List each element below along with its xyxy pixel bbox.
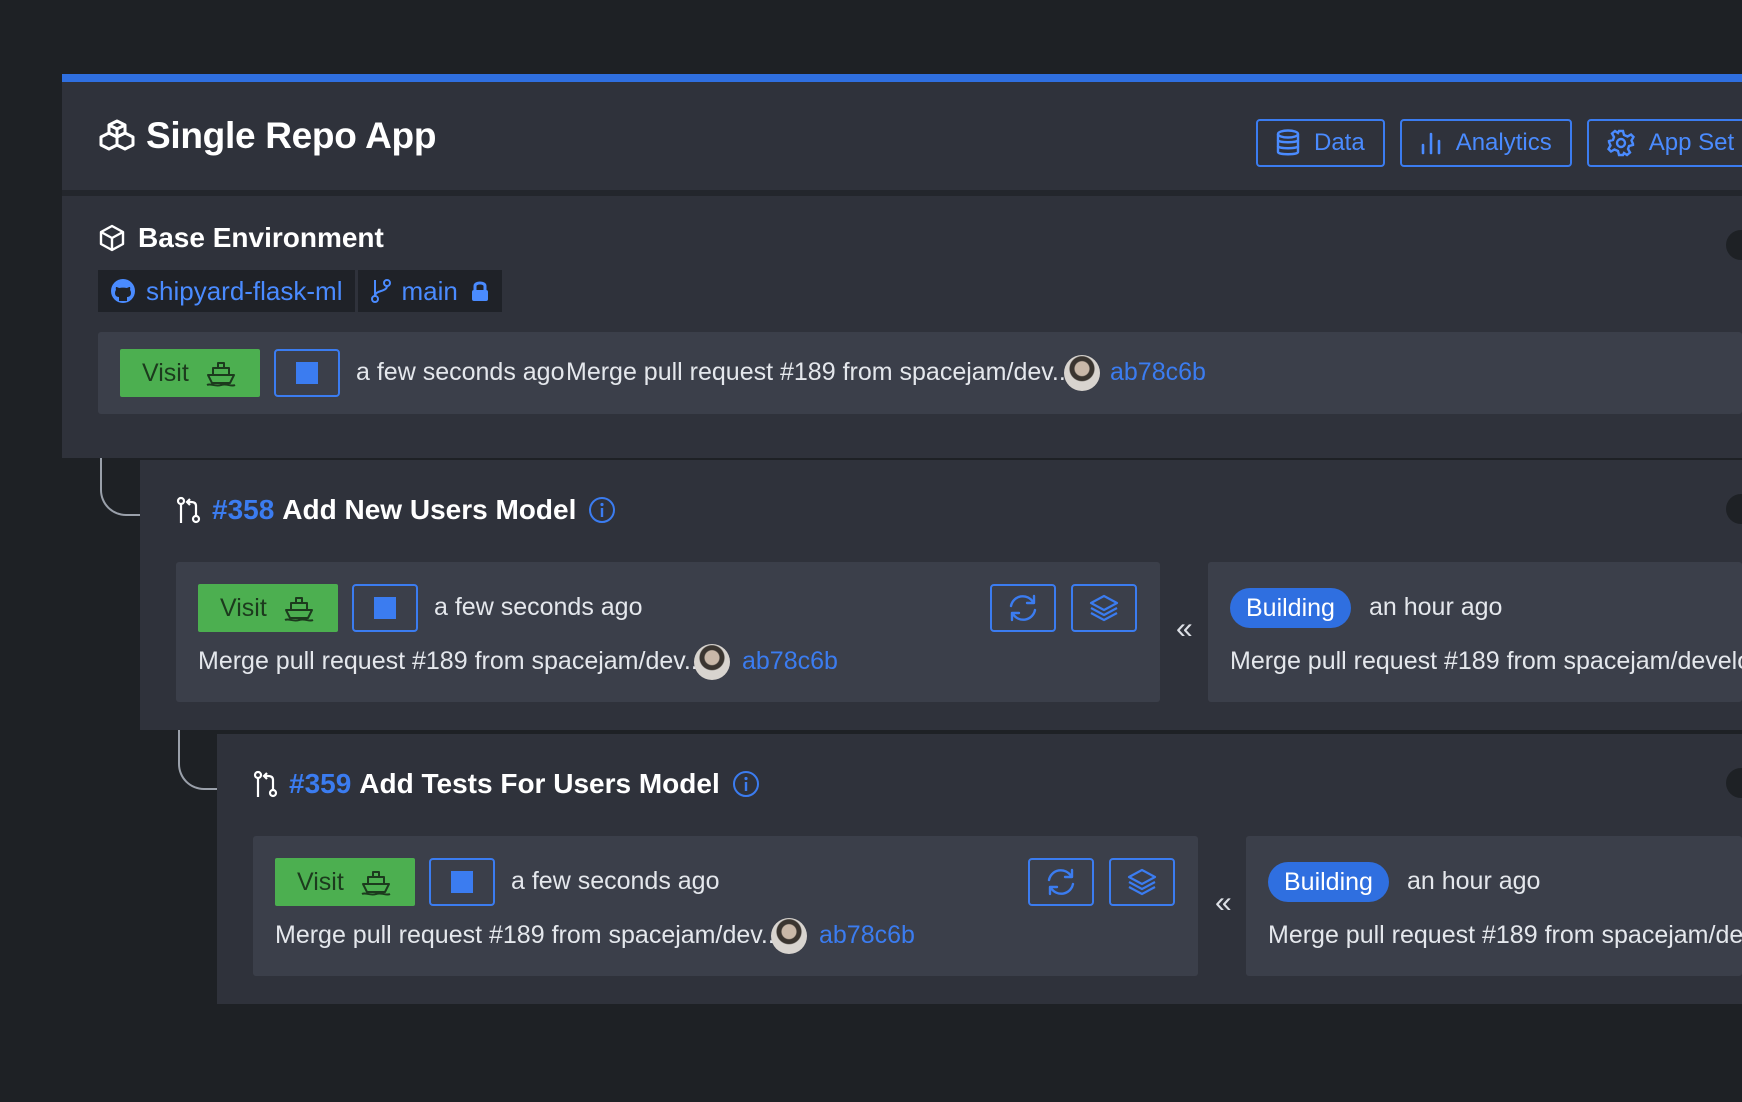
pr-heading: #358 Add New Users Model [176, 494, 616, 526]
stop-square-icon [374, 597, 396, 619]
box-icon [99, 224, 125, 252]
collapse-chevron[interactable]: « [1215, 886, 1232, 920]
ship-icon [284, 597, 314, 622]
info-icon[interactable] [732, 770, 760, 798]
commit-sha-link[interactable]: ab78c6b [819, 921, 915, 950]
commit-message: Merge pull request #189 from spacejam/de… [198, 647, 705, 675]
lock-icon [471, 281, 488, 301]
pr-environment-panel-358: #358 Add New Users Model Visit a few sec… [140, 460, 1742, 730]
commit-sha-link[interactable]: ab78c6b [742, 647, 838, 676]
visit-button[interactable]: Visit [120, 349, 260, 397]
deploy-time: a few seconds ago [356, 358, 565, 386]
base-environment-title: Base Environment [138, 222, 384, 253]
collapse-chevron[interactable]: « [1176, 612, 1193, 646]
git-branch-icon [370, 279, 391, 303]
github-icon [111, 279, 135, 303]
app-header: Single Repo App Data Analytics App Set [62, 82, 1742, 190]
status-badge: Building [1230, 588, 1351, 628]
avatar [771, 918, 807, 954]
database-icon [1276, 129, 1300, 156]
stop-square-icon [296, 362, 318, 384]
layers-button[interactable] [1071, 584, 1137, 632]
deploy-time: a few seconds ago [511, 867, 720, 895]
branch-chip[interactable]: main [357, 270, 502, 312]
panel-edge-marker [1726, 494, 1742, 524]
panel-edge-marker [1726, 768, 1742, 798]
header-actions: Data Analytics App Set [1256, 119, 1742, 167]
previous-deploy-card: Building an hour ago Merge pull request … [1208, 562, 1742, 702]
refresh-icon [1009, 594, 1037, 622]
refresh-icon [1047, 868, 1075, 896]
branch-name: main [401, 275, 458, 306]
repo-branch-chips: shipyard-flask-ml main [98, 270, 502, 312]
pull-request-icon [176, 496, 201, 524]
cubes-icon [99, 119, 135, 151]
commit-sha-link[interactable]: ab78c6b [1110, 358, 1206, 387]
current-deploy-card: Visit a few seconds ago Merge pull reque… [253, 836, 1198, 976]
pull-request-icon [253, 770, 278, 798]
rebuild-button[interactable] [1028, 858, 1094, 906]
pr-number[interactable]: #359 [289, 768, 351, 800]
info-icon[interactable] [588, 496, 616, 524]
previous-deploy-card: Building an hour ago Merge pull request … [1246, 836, 1742, 976]
visit-button[interactable]: Visit [198, 584, 338, 632]
base-environment-heading: Base Environment [98, 222, 384, 254]
build-time: an hour ago [1407, 867, 1541, 895]
stop-button[interactable] [352, 584, 418, 632]
avatar [1064, 355, 1100, 391]
rebuild-button[interactable] [990, 584, 1056, 632]
base-deploy-card: Visit a few seconds ago Merge pull reque… [98, 332, 1742, 414]
pr-title: Add Tests For Users Model [359, 768, 720, 799]
layers-button[interactable] [1109, 858, 1175, 906]
status-badge: Building [1268, 862, 1389, 902]
build-time: an hour ago [1369, 593, 1503, 621]
visit-button[interactable]: Visit [275, 858, 415, 906]
top-accent-bar [62, 74, 1742, 82]
ship-icon [206, 362, 236, 387]
deploy-time: a few seconds ago [434, 593, 643, 621]
commit-message: Merge pull request #189 from spacejam/de… [275, 921, 782, 949]
layers-icon [1127, 868, 1157, 896]
app-window: Single Repo App Data Analytics App Set B… [62, 74, 1742, 1004]
commit-message: Merge pull request #189 from spacejam/de… [566, 358, 1073, 386]
data-button[interactable]: Data [1256, 119, 1385, 167]
current-deploy-card: Visit a few seconds ago Merge pull reque… [176, 562, 1160, 702]
stop-square-icon [451, 871, 473, 893]
analytics-button-label: Analytics [1455, 129, 1552, 156]
stop-button[interactable] [429, 858, 495, 906]
analytics-button[interactable]: Analytics [1399, 119, 1572, 167]
pr-environment-panel-359: #359 Add Tests For Users Model Visit a f… [217, 734, 1742, 1004]
layers-icon [1089, 594, 1119, 622]
visit-label: Visit [142, 358, 189, 387]
repo-chip[interactable]: shipyard-flask-ml [98, 270, 355, 312]
repo-name: shipyard-flask-ml [146, 275, 343, 306]
pr-heading: #359 Add Tests For Users Model [253, 768, 760, 800]
tree-connector [100, 458, 140, 516]
commit-message: Merge pull request #189 from spacejam/de… [1230, 647, 1742, 675]
visit-label: Visit [297, 867, 344, 896]
visit-label: Visit [220, 593, 267, 622]
pr-title: Add New Users Model [282, 494, 577, 525]
data-button-label: Data [1314, 129, 1365, 156]
tree-connector [178, 730, 217, 790]
panel-edge-marker [1726, 230, 1742, 260]
gear-icon [1606, 129, 1635, 157]
bar-chart-icon [1421, 132, 1441, 155]
base-environment-panel: Base Environment shipyard-flask-ml main … [62, 196, 1742, 458]
app-settings-button[interactable]: App Set [1586, 119, 1742, 167]
ship-icon [361, 871, 391, 896]
pr-number[interactable]: #358 [212, 494, 274, 526]
app-title: Single Repo App [146, 115, 437, 156]
app-settings-button-label: App Set [1648, 129, 1735, 156]
stop-button[interactable] [274, 349, 340, 397]
avatar [694, 644, 730, 680]
commit-message: Merge pull request #189 from spacejam/de… [1268, 921, 1742, 949]
